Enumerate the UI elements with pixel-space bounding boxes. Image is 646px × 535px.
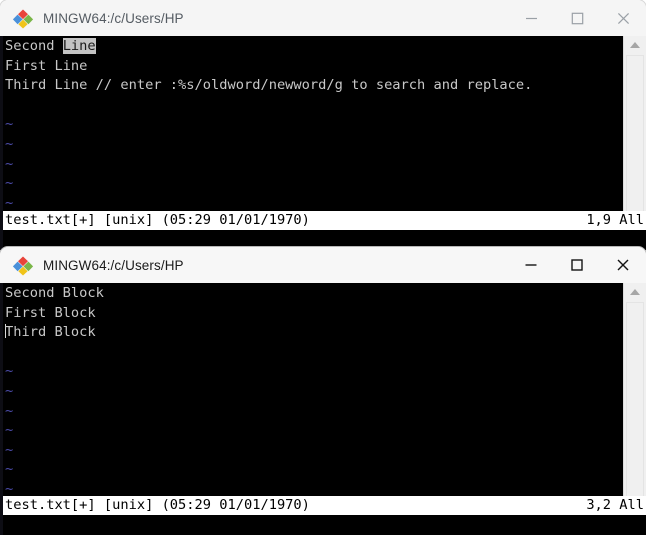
screen: MINGW64:/c/Users/HP Second Line First Lin…: [0, 0, 646, 535]
scrollbar-thumb[interactable]: [626, 302, 644, 516]
empty-line-tilde: ~: [5, 382, 14, 399]
scroll-up-arrow-icon[interactable]: [624, 283, 646, 300]
terminal-text: Third Block: [5, 324, 96, 341]
terminal-line: ~: [3, 115, 623, 135]
maximize-icon[interactable]: [554, 0, 600, 36]
vim-message-line: 3 substitutions on 3 lines: [3, 515, 646, 535]
terminal-line: ~: [3, 441, 623, 461]
empty-line-tilde: ~: [5, 480, 14, 497]
titlebar[interactable]: MINGW64:/c/Users/HP: [0, 0, 646, 36]
terminal-text: Second Block: [5, 285, 104, 301]
statusline-file-info: test.txt[+] [unix] (05:29 01/01/1970): [5, 496, 310, 513]
vim-bottom-stack: test.txt[+] [unix] (05:29 01/01/1970) 1,…: [3, 210, 646, 267]
window-controls: [508, 247, 646, 283]
vim-bottom-stack: test.txt[+] [unix] (05:29 01/01/1970) 3,…: [3, 495, 646, 535]
terminal-line: Third Line // enter :%s/oldword/newword/…: [3, 76, 623, 96]
empty-line-tilde: ~: [5, 116, 14, 133]
terminal-line: Second Line: [3, 37, 623, 57]
terminal-line: First Line: [3, 57, 623, 77]
window-foreground-mingw64[interactable]: MINGW64:/c/Users/HP Second Block First Bl…: [0, 247, 646, 535]
vim-statusline: test.txt[+] [unix] (05:29 01/01/1970) 1,…: [3, 210, 646, 231]
terminal-area: Second Block First Block Third Block ~ ~ ~ ~ ~ ~…: [0, 283, 646, 535]
minimize-icon[interactable]: [508, 247, 554, 283]
terminal-line: ~: [3, 382, 623, 402]
maximize-icon[interactable]: [554, 247, 600, 283]
window-title: MINGW64:/c/Users/HP: [43, 257, 184, 273]
close-icon[interactable]: [600, 247, 646, 283]
terminal-text: First Line: [5, 57, 88, 74]
window-title: MINGW64:/c/Users/HP: [43, 10, 184, 26]
search-match-highlight: Line: [62, 38, 96, 54]
statusline-position: 1,9 All: [586, 211, 644, 228]
empty-line-tilde: ~: [5, 363, 14, 380]
terminal-text: Third Line // enter :%s/oldword/newword/…: [5, 77, 533, 94]
window-background-mingw64[interactable]: MINGW64:/c/Users/HP Second Line First Lin…: [0, 0, 646, 267]
terminal-line: ~: [3, 135, 623, 155]
empty-line-tilde: ~: [5, 441, 14, 458]
terminal-line: Second Block: [3, 284, 623, 304]
empty-line-tilde: ~: [5, 402, 14, 419]
terminal-line: ~: [3, 362, 623, 382]
empty-line-tilde: ~: [5, 175, 14, 192]
empty-line-tilde: ~: [5, 422, 14, 439]
gitbash-diamond-icon: [12, 7, 34, 29]
terminal-line: ~: [3, 402, 623, 422]
empty-line-tilde: ~: [5, 155, 14, 172]
terminal-line: ~: [3, 460, 623, 480]
empty-line-tilde: ~: [5, 461, 14, 478]
vim-statusline: test.txt[+] [unix] (05:29 01/01/1970) 3,…: [3, 495, 646, 516]
terminal-line: First Block: [3, 304, 623, 324]
window-controls: [508, 0, 646, 36]
terminal-line: ~: [3, 155, 623, 175]
terminal-line: Third Block: [3, 323, 623, 343]
minimize-icon[interactable]: [508, 0, 554, 36]
terminal-line: ~: [3, 174, 623, 194]
statusline-position: 3,2 All: [586, 496, 644, 513]
terminal-area: Second Line First Line Third Line // enter…: [0, 36, 646, 267]
vim-buffer[interactable]: Second Line First Line Third Line // enter…: [3, 36, 623, 214]
vim-buffer[interactable]: Second Block First Block Third Block ~ ~ ~ ~ ~ ~…: [3, 283, 623, 499]
empty-line-tilde: ~: [5, 135, 14, 152]
statusline-file-info: test.txt[+] [unix] (05:29 01/01/1970): [5, 211, 310, 228]
scrollbar-thumb[interactable]: [626, 55, 644, 231]
terminal-text: Second: [5, 38, 63, 54]
empty-line-tilde: ~: [5, 194, 14, 211]
close-icon[interactable]: [600, 0, 646, 36]
terminal-line: ~: [3, 421, 623, 441]
terminal-text: First Block: [5, 304, 96, 321]
scroll-up-arrow-icon[interactable]: [624, 36, 646, 53]
gitbash-diamond-icon: [12, 254, 34, 276]
titlebar[interactable]: MINGW64:/c/Users/HP: [0, 247, 646, 283]
